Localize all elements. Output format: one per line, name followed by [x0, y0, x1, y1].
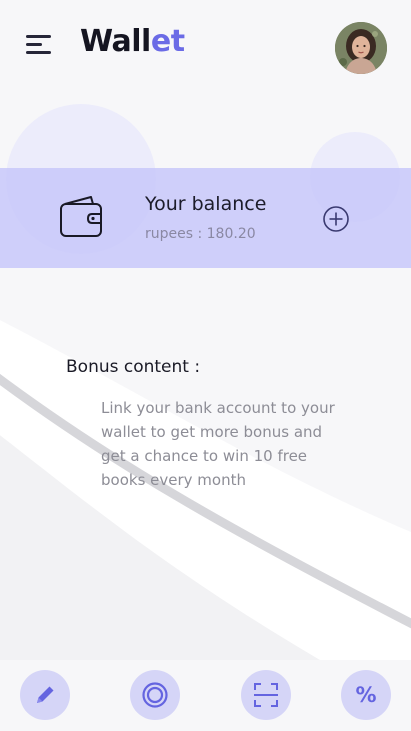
plus-circle-icon — [323, 206, 349, 232]
percent-icon: % — [355, 683, 377, 707]
title-part-1: Wall — [80, 24, 151, 59]
bonus-title: Bonus content : — [66, 357, 201, 377]
scan-button[interactable] — [241, 670, 291, 720]
hamburger-icon-line-2 — [26, 43, 42, 46]
bottom-navigation: % — [0, 660, 411, 731]
discount-button[interactable]: % — [341, 670, 391, 720]
add-balance-button[interactable] — [322, 205, 350, 233]
deco-waves — [0, 320, 411, 660]
edit-button[interactable] — [20, 670, 70, 720]
balance-title: Your balance — [145, 193, 267, 215]
target-icon — [142, 682, 168, 708]
user-avatar-icon — [335, 22, 387, 74]
app-header: Wallet — [0, 0, 411, 90]
background-decoration — [0, 0, 411, 731]
balance-amount: rupees : 180.20 — [145, 226, 256, 242]
hamburger-icon-line-3 — [26, 51, 51, 54]
hamburger-icon — [26, 35, 51, 38]
wallet-icon — [60, 196, 102, 237]
title-part-2: et — [150, 24, 185, 59]
target-button[interactable] — [130, 670, 180, 720]
avatar[interactable] — [335, 22, 387, 74]
menu-button[interactable] — [22, 30, 58, 62]
page-title: Wallet — [80, 24, 185, 59]
bonus-description: Link your bank account to your wallet to… — [101, 399, 335, 489]
pencil-icon — [37, 686, 54, 703]
scan-icon — [254, 683, 278, 707]
